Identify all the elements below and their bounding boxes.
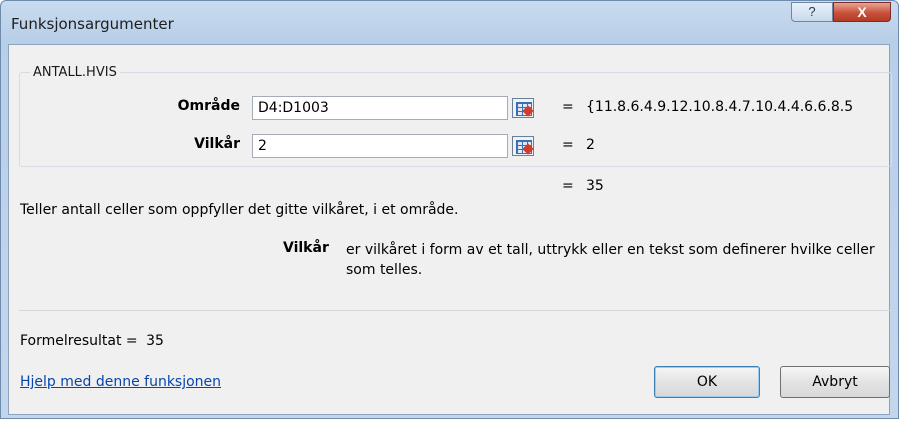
dialog-title: Funksjonsargumenter	[11, 15, 174, 33]
help-button[interactable]: ?	[791, 2, 833, 22]
formula-result-value: 35	[146, 333, 164, 349]
formula-result-label: Formelresultat =	[20, 333, 138, 349]
arg-label-range: Område	[177, 98, 240, 114]
function-description: Teller antall celler som oppfyller det g…	[20, 202, 459, 218]
arg-help-text: er vilkåret i form av et tall, uttrykk e…	[346, 242, 875, 278]
arg-label-criteria: Vilkår	[194, 136, 240, 152]
function-result: 35	[586, 178, 604, 194]
criteria-input[interactable]	[252, 134, 508, 158]
function-help-link[interactable]: Hjelp med denne funksjonen	[20, 374, 221, 390]
arg-help-name: Vilkår	[283, 240, 329, 256]
function-name: ANTALL.HVIS	[30, 65, 120, 80]
result-equals: =	[562, 178, 574, 194]
close-icon: X	[857, 4, 867, 20]
formula-result: Formelresultat = 35	[20, 333, 164, 349]
ok-button[interactable]: OK	[654, 366, 760, 398]
criteria-equals: =	[562, 137, 574, 153]
title-bar: Funksjonsargumenter ? X	[1, 1, 898, 45]
range-ref-button[interactable]	[512, 98, 534, 118]
close-button[interactable]: X	[833, 2, 891, 22]
criteria-result: 2	[586, 137, 595, 153]
range-input[interactable]	[252, 96, 508, 120]
range-equals: =	[562, 99, 574, 115]
cancel-button[interactable]: Avbryt	[780, 366, 890, 398]
range-result: {11.8.6.4.9.12.10.8.4.7.10.4.4.6.6.8.5	[586, 99, 854, 115]
question-icon: ?	[808, 4, 816, 19]
criteria-ref-button[interactable]	[512, 136, 534, 156]
separator	[19, 310, 892, 311]
